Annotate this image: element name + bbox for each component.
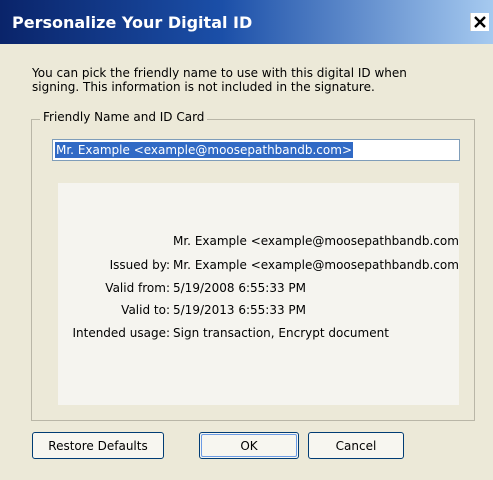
intended-usage-row: Intended usage: Sign transaction, Encryp… <box>58 326 389 340</box>
window-title: Personalize Your Digital ID <box>12 13 253 32</box>
intro-text: You can pick the friendly name to use wi… <box>32 66 407 94</box>
close-icon <box>474 16 486 28</box>
friendly-name-input[interactable]: Mr. Example <example@moosepathbandb.com> <box>52 139 460 161</box>
id-card-name-row: Mr. Example <example@moosepathbandb.com <box>58 234 459 248</box>
intended-usage-value: Sign transaction, Encrypt document <box>173 326 389 340</box>
group-label: Friendly Name and ID Card <box>40 110 208 124</box>
cancel-button[interactable]: Cancel <box>308 432 404 459</box>
restore-defaults-button[interactable]: Restore Defaults <box>32 432 164 459</box>
personalize-digital-id-dialog: Personalize Your Digital ID You can pick… <box>0 0 493 480</box>
issued-by-value: Mr. Example <example@moosepathbandb.com <box>173 258 459 272</box>
valid-to-row: Valid to: 5/19/2013 6:55:33 PM <box>58 303 306 317</box>
valid-to-value: 5/19/2013 6:55:33 PM <box>173 303 307 317</box>
intended-usage-label: Intended usage: <box>72 326 170 340</box>
valid-from-value: 5/19/2008 6:55:33 PM <box>173 281 307 295</box>
ok-button[interactable]: OK <box>199 432 299 459</box>
issued-by-row: Issued by: Mr. Example <example@moosepat… <box>58 258 459 272</box>
issued-by-label: Issued by: <box>109 258 170 272</box>
valid-from-row: Valid from: 5/19/2008 6:55:33 PM <box>58 281 306 295</box>
id-card-name: Mr. Example <example@moosepathbandb.com <box>173 234 459 248</box>
friendly-name-value: Mr. Example <example@moosepathbandb.com> <box>55 142 353 158</box>
title-bar[interactable]: Personalize Your Digital ID <box>0 0 493 44</box>
valid-to-label: Valid to: <box>121 303 170 317</box>
valid-from-label: Valid from: <box>105 281 170 295</box>
close-button[interactable] <box>470 13 489 31</box>
